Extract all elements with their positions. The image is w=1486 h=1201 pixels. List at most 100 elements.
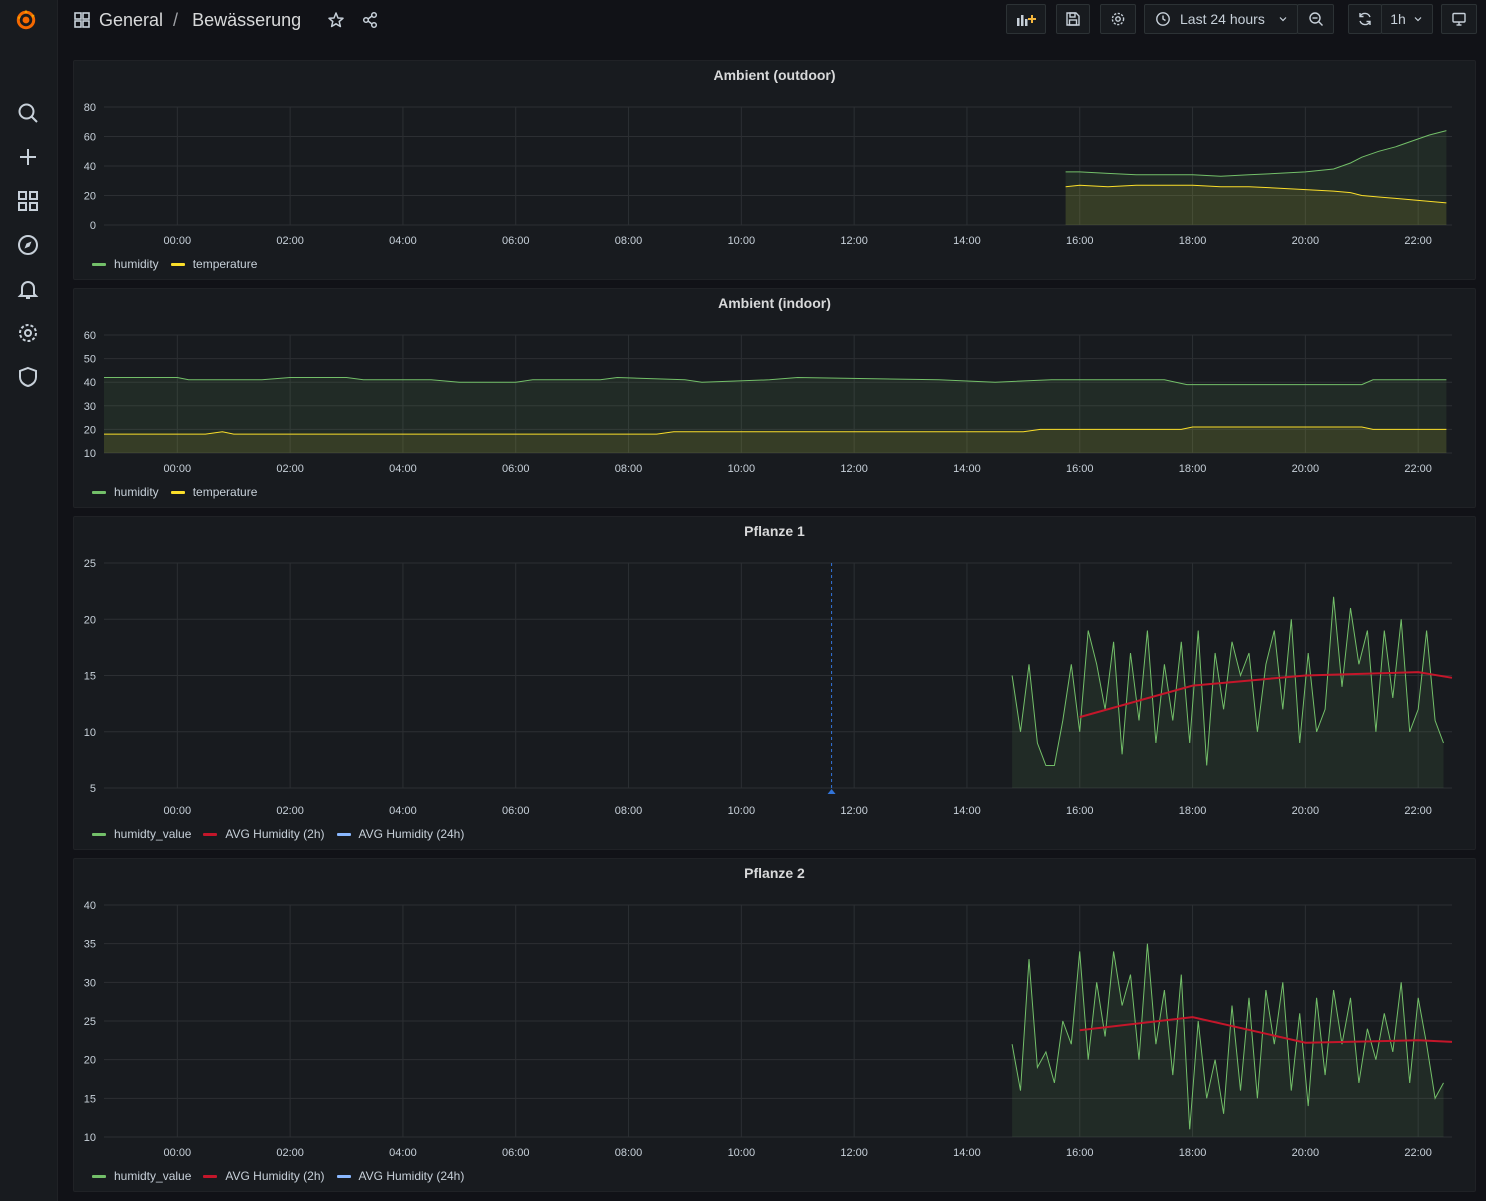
x-tick-label: 18:00 bbox=[1179, 1147, 1207, 1159]
y-tick-label: 5 bbox=[90, 783, 96, 795]
dashboards-icon[interactable] bbox=[16, 189, 40, 213]
x-tick-label: 04:00 bbox=[389, 805, 417, 817]
panel-ambient-outdoor[interactable]: Ambient (outdoor) 0 20 40 60 80 00:00 02:00 04:… bbox=[73, 60, 1476, 280]
x-tick-label: 04:00 bbox=[389, 1147, 417, 1159]
tv-mode-button[interactable] bbox=[1441, 4, 1477, 34]
y-tick-label: 10 bbox=[84, 1132, 96, 1144]
legend-item-avg-24h[interactable]: AVG Humidity (24h) bbox=[336, 827, 464, 841]
compass-icon[interactable] bbox=[16, 233, 40, 257]
x-tick-label: 20:00 bbox=[1292, 463, 1320, 475]
x-tick-label: 02:00 bbox=[276, 235, 304, 247]
legend-item-humidity[interactable]: humidity bbox=[92, 257, 159, 271]
legend-item-avg-2h[interactable]: AVG Humidity (2h) bbox=[203, 1169, 325, 1183]
legend-item-avg-24h[interactable]: AVG Humidity (24h) bbox=[336, 1169, 464, 1183]
panel-ambient-indoor[interactable]: Ambient (indoor) 10 20 30 40 50 60 00:00 02:00 0… bbox=[73, 288, 1476, 508]
gear-icon[interactable] bbox=[16, 321, 40, 345]
x-tick-label: 14:00 bbox=[953, 1147, 981, 1159]
legend-item-avg-2h[interactable]: AVG Humidity (2h) bbox=[203, 827, 325, 841]
legend-item-humidity-value[interactable]: humidty_value bbox=[92, 827, 191, 841]
legend-item-humidity[interactable]: humidity bbox=[92, 485, 159, 499]
x-tick-label: 10:00 bbox=[728, 235, 756, 247]
x-tick-label: 08:00 bbox=[615, 463, 643, 475]
x-tick-label: 10:00 bbox=[728, 1147, 756, 1159]
y-tick-label: 30 bbox=[84, 977, 96, 989]
x-tick-label: 06:00 bbox=[502, 805, 530, 817]
y-tick-label: 35 bbox=[84, 939, 96, 951]
search-icon[interactable] bbox=[16, 101, 40, 125]
refresh-interval-picker[interactable]: 1h bbox=[1381, 4, 1433, 34]
x-tick-label: 22:00 bbox=[1404, 235, 1432, 247]
y-tick-label: 40 bbox=[84, 161, 96, 173]
dashboard-settings-button[interactable] bbox=[1100, 4, 1136, 34]
x-tick-label: 16:00 bbox=[1066, 463, 1094, 475]
plus-icon[interactable] bbox=[16, 145, 40, 169]
x-tick-label: 12:00 bbox=[840, 235, 868, 247]
save-dashboard-button[interactable] bbox=[1056, 4, 1090, 34]
breadcrumb-folder[interactable]: General bbox=[99, 10, 163, 31]
x-tick-label: 00:00 bbox=[164, 235, 192, 247]
shield-icon[interactable] bbox=[16, 365, 40, 389]
y-tick-label: 15 bbox=[84, 671, 96, 683]
legend: humidity temperature bbox=[92, 257, 269, 271]
x-tick-label: 22:00 bbox=[1404, 805, 1432, 817]
star-icon[interactable] bbox=[327, 11, 345, 29]
zoom-out-icon bbox=[1308, 12, 1323, 26]
add-panel-button[interactable] bbox=[1006, 4, 1046, 34]
x-tick-label: 06:00 bbox=[502, 463, 530, 475]
x-tick-label: 02:00 bbox=[276, 805, 304, 817]
breadcrumb: General / Bewässerung bbox=[73, 8, 379, 32]
x-tick-label: 10:00 bbox=[728, 805, 756, 817]
bell-icon[interactable] bbox=[16, 277, 40, 301]
y-tick-label: 60 bbox=[84, 330, 96, 342]
x-tick-label: 14:00 bbox=[953, 463, 981, 475]
x-tick-label: 06:00 bbox=[502, 235, 530, 247]
chart-ambient-indoor: 10 20 30 40 50 60 00:00 02:00 04:00 06:00 08:00 10:… bbox=[84, 330, 1452, 475]
y-tick-label: 40 bbox=[84, 900, 96, 912]
y-tick-label: 50 bbox=[84, 354, 96, 366]
grafana-logo-icon[interactable] bbox=[14, 8, 42, 36]
y-tick-label: 10 bbox=[84, 448, 96, 460]
y-tick-label: 25 bbox=[84, 1016, 96, 1028]
time-range-label: Last 24 hours bbox=[1180, 11, 1265, 27]
x-tick-label: 00:00 bbox=[164, 805, 192, 817]
y-tick-label: 10 bbox=[84, 727, 96, 739]
y-tick-label: 20 bbox=[84, 614, 96, 626]
chart-pflanze-2: 10 15 20 25 30 35 40 00:00 02:00 04:00 06:00 08:00 1… bbox=[84, 900, 1453, 1159]
legend: humidty_value AVG Humidity (2h) AVG Humi… bbox=[92, 827, 476, 841]
breadcrumb-separator: / bbox=[173, 9, 179, 30]
legend-item-temperature[interactable]: temperature bbox=[170, 257, 257, 271]
x-tick-label: 04:00 bbox=[389, 235, 417, 247]
x-tick-label: 00:00 bbox=[164, 1147, 192, 1159]
x-tick-label: 08:00 bbox=[615, 805, 643, 817]
legend: humidty_value AVG Humidity (2h) AVG Humi… bbox=[92, 1169, 476, 1183]
panel-pflanze-2[interactable]: Pflanze 2 10 15 20 25 30 35 40 00:00 02:00 04:00 0… bbox=[73, 858, 1476, 1192]
x-tick-label: 16:00 bbox=[1066, 805, 1094, 817]
y-tick-label: 20 bbox=[84, 424, 96, 436]
legend-item-temperature[interactable]: temperature bbox=[170, 485, 257, 499]
y-tick-label: 30 bbox=[84, 401, 96, 413]
zoom-out-button[interactable] bbox=[1297, 4, 1334, 34]
x-tick-label: 00:00 bbox=[164, 463, 192, 475]
annotation-marker[interactable] bbox=[827, 789, 836, 794]
share-icon[interactable] bbox=[361, 11, 379, 29]
dashboard-title[interactable]: Bewässerung bbox=[192, 10, 301, 31]
x-tick-label: 20:00 bbox=[1292, 235, 1320, 247]
chart-pflanze-1: 5 10 15 20 25 00:00 02:00 04:00 06:00 08:00 10:00 1… bbox=[84, 558, 1453, 817]
dashboards-icon bbox=[74, 12, 90, 28]
clock-icon bbox=[1156, 12, 1170, 26]
x-tick-label: 16:00 bbox=[1066, 235, 1094, 247]
x-tick-label: 02:00 bbox=[276, 1147, 304, 1159]
y-tick-label: 40 bbox=[84, 377, 96, 389]
chart-ambient-outdoor: 0 20 40 60 80 00:00 02:00 04:00 06:00 08:00 10:00 1… bbox=[84, 102, 1452, 247]
x-tick-label: 16:00 bbox=[1066, 1147, 1094, 1159]
panel-pflanze-1[interactable]: Pflanze 1 5 10 15 20 25 00:00 02:00 04:00 06:00 0… bbox=[73, 516, 1476, 850]
refresh-button[interactable] bbox=[1348, 4, 1382, 34]
legend-item-humidity-value[interactable]: humidty_value bbox=[92, 1169, 191, 1183]
dashboard-navbar: General / Bewässerung Last 24 hours 1h bbox=[57, 0, 1486, 40]
x-tick-label: 06:00 bbox=[502, 1147, 530, 1159]
legend: humidity temperature bbox=[92, 485, 269, 499]
x-tick-label: 08:00 bbox=[615, 1147, 643, 1159]
time-picker-button[interactable]: Last 24 hours bbox=[1144, 4, 1298, 34]
x-tick-label: 20:00 bbox=[1292, 1147, 1320, 1159]
y-tick-label: 20 bbox=[84, 191, 96, 203]
